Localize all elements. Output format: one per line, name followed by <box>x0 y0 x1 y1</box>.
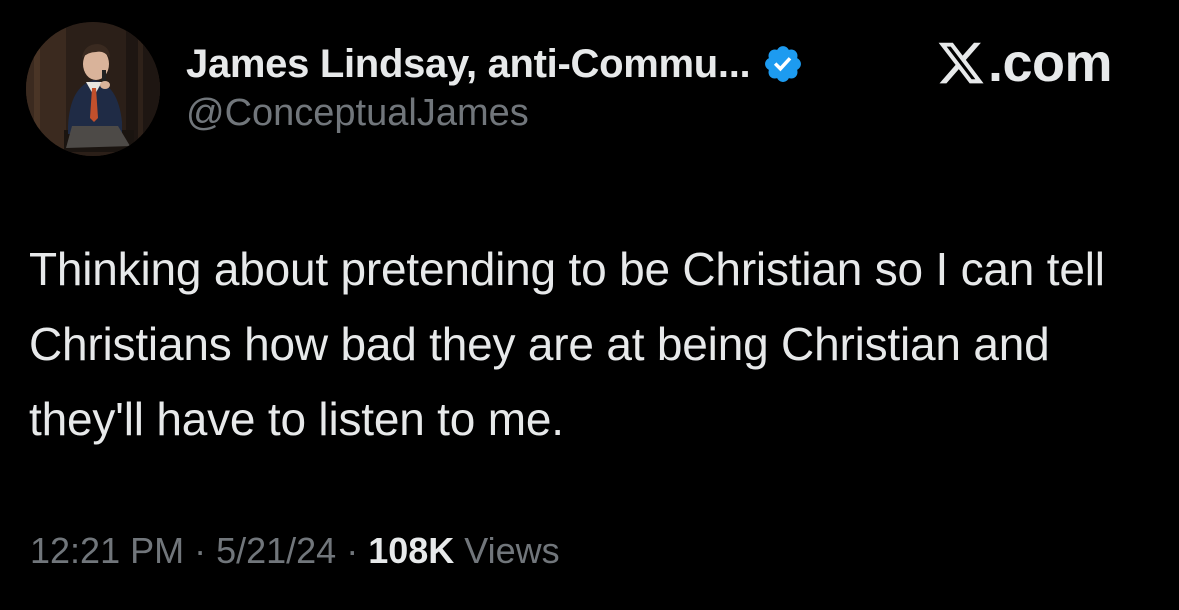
source-domain-text: .com <box>988 33 1113 93</box>
avatar-photo <box>26 22 160 156</box>
tweet-meta: 12:21 PM · 5/21/24 · 108K Views <box>30 530 560 572</box>
author-handle[interactable]: @ConceptualJames <box>186 92 804 135</box>
avatar[interactable] <box>26 22 160 156</box>
tweet-text: Thinking about pretending to be Christia… <box>29 243 1105 445</box>
tweet-card: James Lindsay, anti-Commu... @Conceptual… <box>0 0 1179 610</box>
views-label: Views <box>464 530 560 571</box>
author-name-row: James Lindsay, anti-Commu... <box>186 38 804 90</box>
tweet-header: James Lindsay, anti-Commu... @Conceptual… <box>186 38 804 135</box>
author-display-name[interactable]: James Lindsay, anti-Commu... <box>186 42 751 87</box>
tweet-date[interactable]: 5/21/24 <box>216 530 336 571</box>
views-count: 108K <box>368 530 455 571</box>
meta-separator: · <box>346 530 359 571</box>
tweet-time[interactable]: 12:21 PM <box>30 530 184 571</box>
meta-separator: · <box>194 530 207 571</box>
verified-badge-icon <box>762 43 804 85</box>
source-label: .com <box>936 32 1113 94</box>
x-logo-icon <box>936 38 986 88</box>
